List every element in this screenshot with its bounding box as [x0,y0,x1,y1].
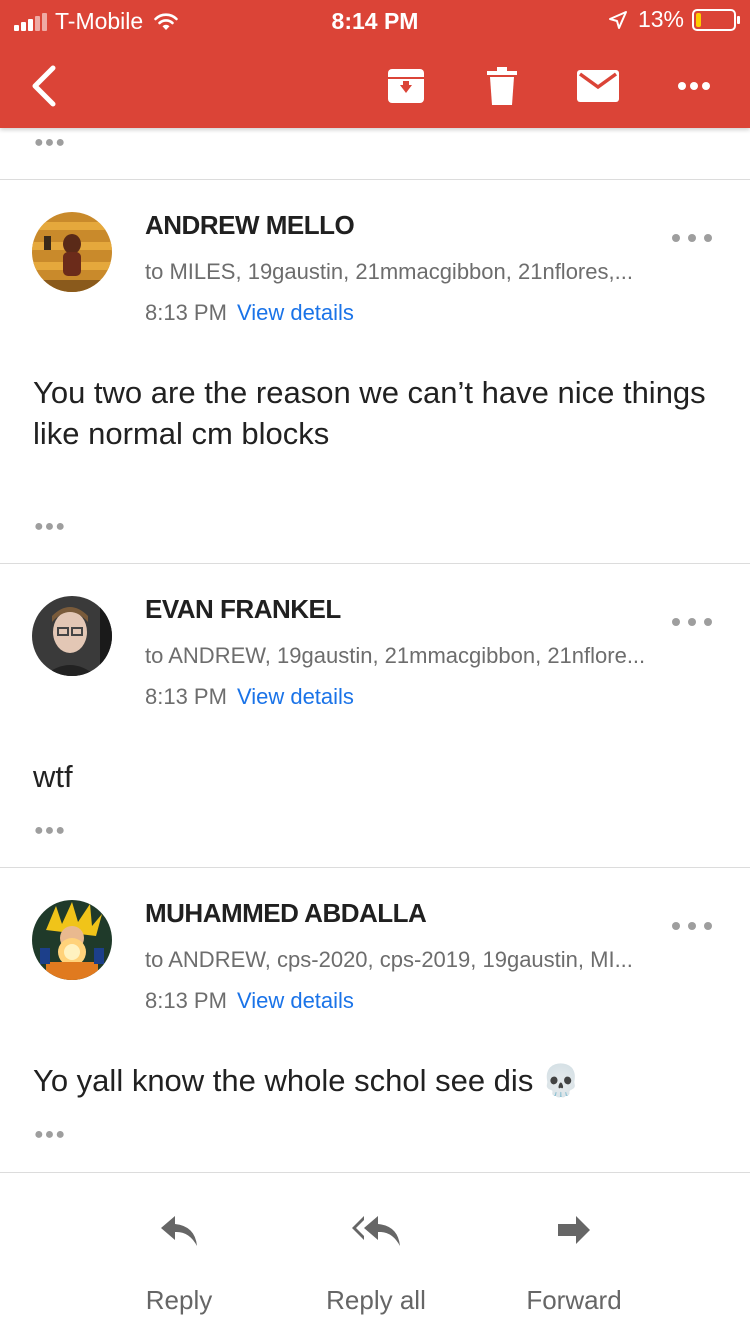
message-time: 8:13 PM [145,300,227,325]
battery-icon [692,8,740,31]
message-body: You two are the reason we can’t have nic… [33,375,706,451]
message-more-button[interactable] [672,916,712,936]
view-details-link[interactable]: View details [237,988,354,1013]
trimmed-content-toggle[interactable]: ●●● [34,1126,66,1144]
more-options-button[interactable] [670,62,718,110]
chevron-left-icon [32,65,56,107]
recipients[interactable]: to MILES, 19gaustin, 21mmacgibbon, 21nfl… [145,259,655,285]
location-icon [608,10,627,29]
reply-all-label: Reply all [326,1285,426,1315]
message-more-button[interactable] [672,228,712,248]
avatar [32,596,112,676]
trash-icon [487,67,517,105]
message-meta: 8:13 PM View details [145,684,354,710]
message-meta: 8:13 PM View details [145,300,354,326]
reply-actions-bar: Reply Reply all Forward [0,1172,750,1335]
divider [0,563,750,564]
recipients[interactable]: to ANDREW, cps-2020, cps-2019, 19gaustin… [145,947,655,973]
delete-button[interactable] [478,62,526,110]
trimmed-content-toggle[interactable]: ●●● [34,822,66,840]
status-right: 13% [608,6,740,33]
recipients[interactable]: to ANDREW, 19gaustin, 21mmacgibbon, 21nf… [145,643,655,669]
message-body: wtf [33,759,73,794]
message-time: 8:13 PM [145,684,227,709]
back-button[interactable] [20,62,68,110]
mail-icon [577,70,619,102]
reply-button[interactable]: Reply [79,1211,279,1316]
divider [0,179,750,180]
message-body: Yo yall know the whole schol see dis 💀 [33,1063,581,1098]
forward-label: Forward [526,1285,622,1315]
trimmed-content-toggle[interactable]: ●●● [34,134,66,152]
forward-button[interactable]: Forward [474,1211,674,1316]
divider [0,867,750,868]
sender-name: MUHAMMED ABDALLA [145,898,427,928]
message-meta: 8:13 PM View details [145,988,354,1014]
reply-icon [161,1216,197,1246]
app-header: T-Mobile 8:14 PM 13% [0,0,750,128]
trimmed-content-toggle[interactable]: ●●● [34,518,66,536]
avatar [32,212,112,292]
view-details-link[interactable]: View details [237,300,354,325]
status-bar: T-Mobile 8:14 PM 13% [0,0,750,40]
avatar [32,900,112,980]
forward-icon [558,1216,590,1244]
message-time: 8:13 PM [145,988,227,1013]
reply-all-button[interactable]: Reply all [276,1211,476,1316]
sender-name: EVAN FRANKEL [145,594,341,624]
message-more-button[interactable] [672,612,712,632]
mark-unread-button[interactable] [574,62,622,110]
reply-all-icon [352,1216,400,1246]
battery-percent: 13% [637,6,684,32]
reply-label: Reply [145,1285,213,1315]
more-horizontal-icon [678,82,710,90]
archive-icon [388,69,424,103]
sender-name: ANDREW MELLO [145,210,355,240]
view-details-link[interactable]: View details [237,684,354,709]
archive-button[interactable] [382,62,430,110]
